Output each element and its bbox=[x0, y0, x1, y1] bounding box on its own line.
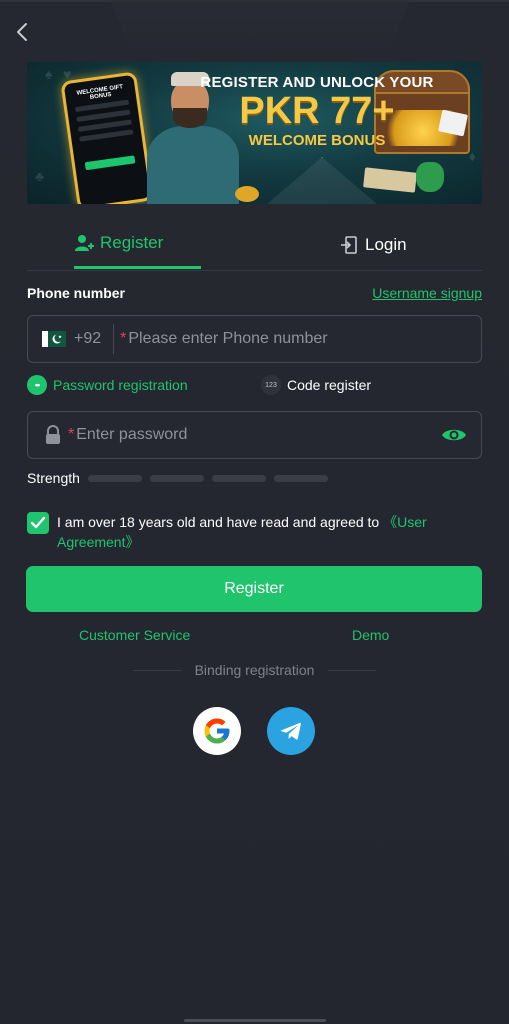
checkmark-icon bbox=[30, 516, 46, 529]
demo-link[interactable]: Demo bbox=[352, 627, 389, 643]
code-register-label: Code register bbox=[287, 377, 372, 393]
lock-icon bbox=[46, 425, 60, 444]
password-registration-option[interactable]: •• Password registration bbox=[27, 375, 188, 395]
person-beard bbox=[173, 108, 207, 128]
code-register-option[interactable]: 123 Code register bbox=[261, 375, 371, 395]
active-tab-indicator bbox=[74, 266, 201, 269]
register-screen: ♠ ♥ ♥ ♠ ♣ ♦ WELCOME GIFT BONUS REGI bbox=[0, 0, 509, 1024]
eye-icon bbox=[442, 429, 466, 441]
divider-line bbox=[328, 669, 377, 671]
tab-login-label: Login bbox=[365, 235, 407, 254]
chevron-left-icon bbox=[17, 23, 27, 41]
banner-amount: PKR 77+ bbox=[239, 90, 395, 132]
telegram-icon bbox=[280, 722, 301, 740]
password-input[interactable] bbox=[74, 426, 441, 444]
cash-stack bbox=[363, 167, 417, 193]
add-user-icon bbox=[75, 235, 94, 251]
telegram-signin-button[interactable] bbox=[267, 707, 315, 755]
auth-tabs: Register Login bbox=[27, 220, 482, 271]
google-icon bbox=[204, 718, 230, 744]
customer-service-link[interactable]: Customer Service bbox=[79, 627, 190, 643]
strength-label: Strength bbox=[27, 470, 80, 486]
phone-input-bar bbox=[79, 129, 134, 142]
password-dots-icon: •• bbox=[27, 375, 47, 395]
phone-input[interactable] bbox=[126, 330, 481, 348]
tab-register[interactable]: Register bbox=[74, 220, 163, 266]
agreement-checkbox[interactable] bbox=[27, 512, 49, 534]
money-bag-icon bbox=[416, 162, 444, 192]
password-registration-label: Password registration bbox=[53, 377, 188, 393]
password-input-field[interactable]: * bbox=[27, 411, 482, 459]
registration-type-selector: •• Password registration 123 Code regist… bbox=[27, 375, 482, 397]
strength-bar bbox=[211, 474, 266, 482]
banner-headline: REGISTER AND UNLOCK YOUR bbox=[200, 74, 434, 91]
register-button[interactable]: Register bbox=[26, 566, 482, 612]
promo-banner[interactable]: ♠ ♥ ♥ ♠ ♣ ♦ WELCOME GIFT BONUS REGI bbox=[27, 62, 482, 204]
pakistan-flag-icon[interactable] bbox=[42, 331, 66, 347]
spade-icon: ♠ bbox=[45, 66, 53, 82]
divider-line bbox=[132, 669, 181, 671]
header-decoration bbox=[110, 0, 410, 56]
strength-bar bbox=[273, 474, 328, 482]
tab-register-label: Register bbox=[100, 233, 164, 252]
code-123-icon: 123 bbox=[261, 375, 281, 395]
username-signup-link[interactable]: Username signup bbox=[372, 285, 482, 301]
phone-button-illustration bbox=[84, 155, 136, 171]
agreement-text: I am over 18 years old and have read and… bbox=[57, 512, 467, 552]
coins-icon bbox=[235, 186, 259, 202]
tab-login[interactable]: Login bbox=[339, 220, 407, 270]
google-signin-button[interactable] bbox=[193, 707, 241, 755]
country-code[interactable]: +92 bbox=[74, 330, 101, 348]
club-icon: ♣ bbox=[35, 168, 45, 184]
back-button[interactable] bbox=[10, 18, 34, 46]
mosque-outline bbox=[267, 157, 377, 204]
password-strength-meter: Strength bbox=[27, 470, 336, 486]
phone-input-field[interactable]: +92 * bbox=[27, 315, 482, 363]
phone-number-label: Phone number bbox=[27, 285, 126, 301]
age-agreement: I am over 18 years old and have read and… bbox=[27, 512, 467, 552]
home-indicator[interactable] bbox=[184, 1019, 326, 1022]
agreement-statement: I am over 18 years old and have read and… bbox=[57, 514, 384, 530]
banner-subheadline: WELCOME BONUS bbox=[248, 132, 386, 149]
show-password-toggle[interactable] bbox=[441, 426, 467, 444]
strength-bar bbox=[149, 474, 204, 482]
binding-registration-divider: Binding registration bbox=[0, 662, 509, 678]
binding-registration-label: Binding registration bbox=[194, 662, 315, 678]
strength-bar bbox=[87, 474, 142, 482]
input-separator bbox=[113, 324, 115, 354]
login-icon bbox=[341, 236, 357, 254]
